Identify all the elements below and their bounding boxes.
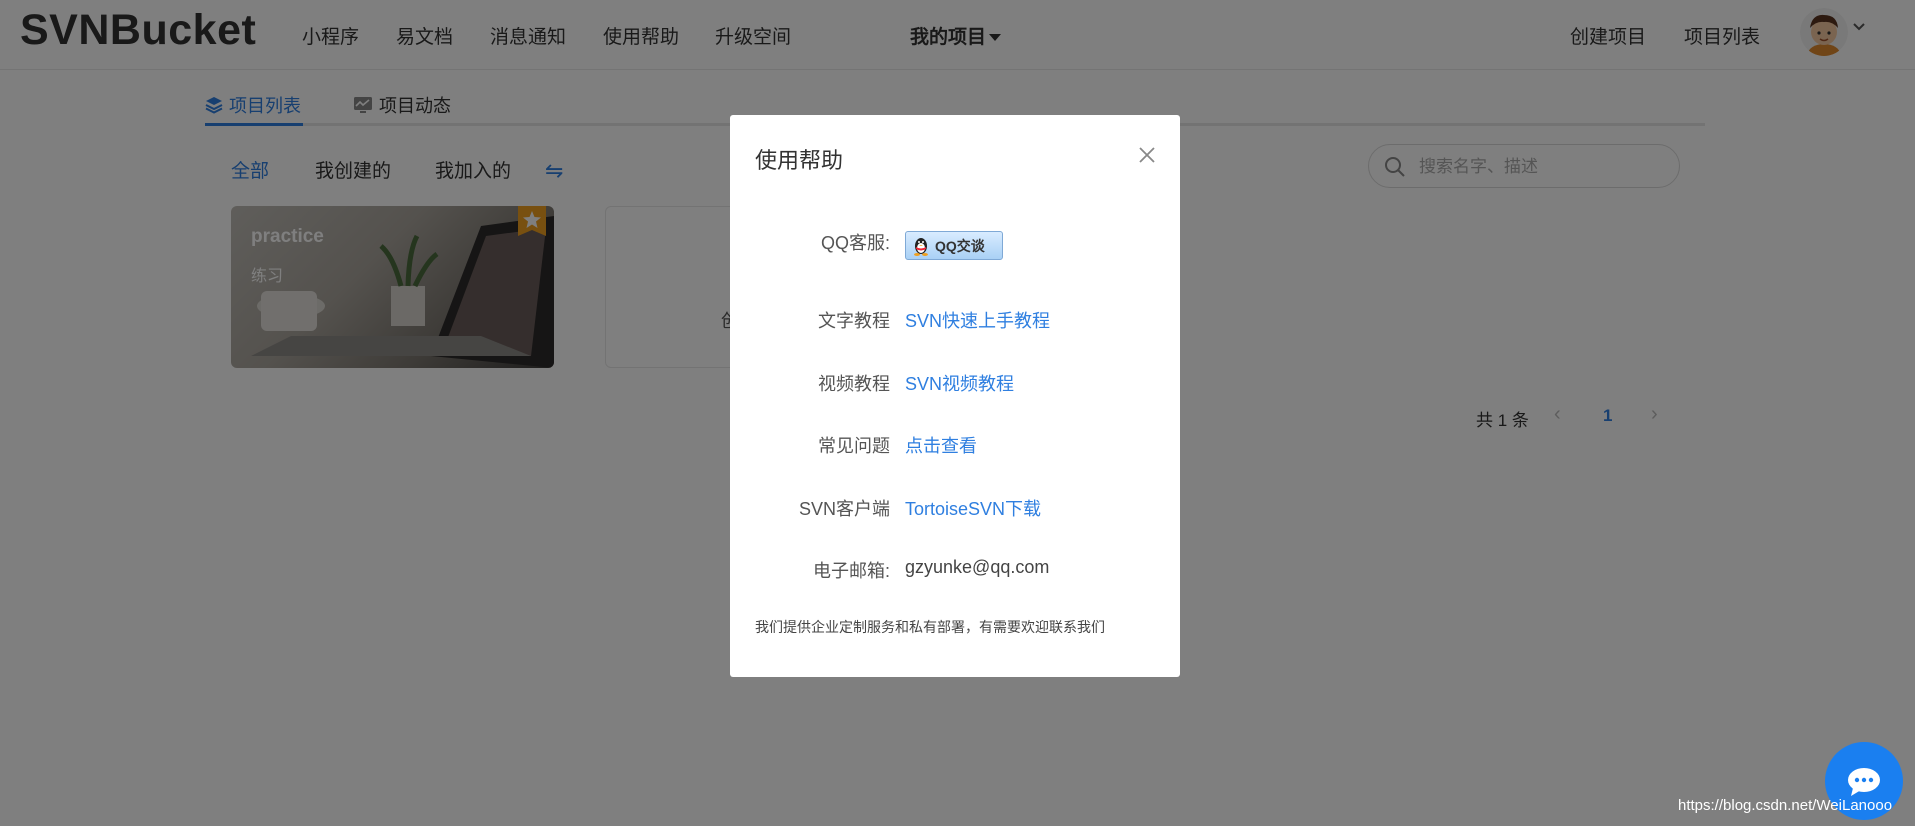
modal-title: 使用帮助 <box>755 148 844 173</box>
email-value: gzyunke@qq.com <box>905 557 1050 577</box>
svn-client-label: SVN客户端 <box>798 499 890 519</box>
qq-chat-label: QQ交谈 <box>935 237 985 254</box>
faq-label: 常见问题 <box>818 436 890 456</box>
qq-penguin-icon <box>914 237 928 256</box>
email-label: 电子邮箱: <box>812 561 890 581</box>
video-tutorial-label: 视频教程 <box>818 374 890 394</box>
qq-service-label: QQ客服: <box>820 233 890 253</box>
help-modal: 使用帮助 QQ客服: QQ交谈 文字教程 SVN快速上手教程 视频教程 SVN视… <box>730 115 1180 677</box>
text-tutorial-label: 文字教程 <box>818 311 890 331</box>
text-tutorial-link[interactable]: SVN快速上手教程 <box>905 307 1050 333</box>
watermark: https://blog.csdn.net/WeiLanooo <box>1678 797 1893 814</box>
qq-chat-button[interactable]: QQ交谈 <box>905 231 1003 260</box>
video-tutorial-link[interactable]: SVN视频教程 <box>905 370 1014 396</box>
tortoisesvn-download-link[interactable]: TortoiseSVN下载 <box>905 495 1041 521</box>
modal-note: 我们提供企业定制服务和私有部署，有需要欢迎联系我们 <box>755 619 1105 635</box>
close-icon[interactable] <box>1135 143 1159 167</box>
faq-link[interactable]: 点击查看 <box>905 432 977 458</box>
